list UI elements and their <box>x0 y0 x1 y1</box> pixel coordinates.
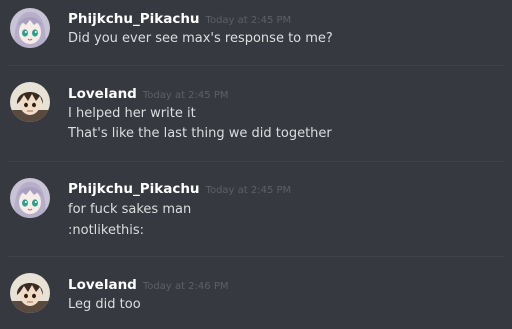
message-divider <box>8 65 504 66</box>
username[interactable]: Loveland <box>68 277 137 293</box>
message-text: Did you ever see max's response to me? <box>68 31 333 46</box>
message-text: I helped her write it <box>68 106 196 121</box>
username[interactable]: Phijkchu_Pikachu <box>68 11 200 27</box>
dark-haired-boy-avatar-icon <box>10 82 50 122</box>
anime-girl-avatar-icon <box>10 8 50 48</box>
message-divider <box>8 256 504 257</box>
avatar[interactable] <box>10 178 50 218</box>
dark-haired-boy-avatar-icon <box>10 273 50 313</box>
message-text: :notlikethis: <box>68 223 145 238</box>
avatar[interactable] <box>10 273 50 313</box>
message-text: Leg did too <box>68 297 141 312</box>
timestamp: Today at 2:46 PM <box>142 281 229 292</box>
chat-log: Phijkchu_Pikachu Today at 2:45 PM Did you… <box>0 0 512 329</box>
username[interactable]: Phijkchu_Pikachu <box>68 181 200 197</box>
message-text: for fuck sakes man <box>68 202 192 217</box>
timestamp: Today at 2:45 PM <box>205 185 292 196</box>
timestamp: Today at 2:45 PM <box>142 90 229 101</box>
timestamp: Today at 2:45 PM <box>205 15 292 26</box>
message-text: That's like the last thing we did togeth… <box>68 126 332 141</box>
avatar[interactable] <box>10 82 50 122</box>
message-divider <box>8 161 504 162</box>
avatar[interactable] <box>10 8 50 48</box>
anime-girl-avatar-icon <box>10 178 50 218</box>
username[interactable]: Loveland <box>68 86 137 102</box>
